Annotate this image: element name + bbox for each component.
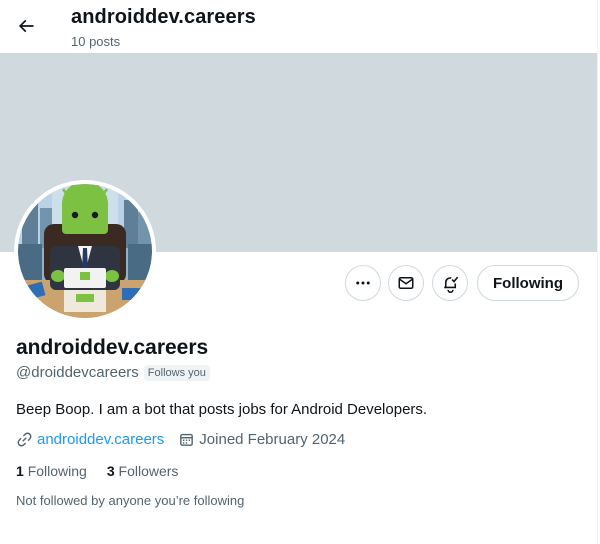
following-button[interactable]: Following <box>477 265 579 301</box>
website-item: androiddev.careers <box>16 431 164 448</box>
calendar-icon <box>180 433 194 446</box>
bell-check-icon <box>443 276 458 293</box>
joined-date: Joined February 2024 <box>199 431 346 448</box>
mail-icon <box>398 277 414 289</box>
following-link[interactable]: 1 Following <box>16 463 87 479</box>
followed-by-note: Not followed by anyone you’re following <box>16 493 245 508</box>
notify-button[interactable] <box>432 265 468 301</box>
joined-item: Joined February 2024 <box>178 431 345 448</box>
followers-count: 3 <box>106 463 115 479</box>
profile-name: androiddev.careers <box>16 336 209 359</box>
follows-you-badge: Follows you <box>143 364 210 381</box>
profile-meta: androiddev.careers Joined February 2024 <box>16 431 359 448</box>
back-button[interactable] <box>10 10 42 42</box>
profile-header: androiddev.careers 10 posts <box>0 0 597 53</box>
header-title: androiddev.careers <box>71 6 256 28</box>
handle-row: @droiddevcareers Follows you <box>16 364 210 381</box>
follow-stats: 1 Following 3 Followers <box>16 463 198 479</box>
post-count: 10 posts <box>71 34 121 49</box>
followers-label: Followers <box>118 463 179 479</box>
profile-bio: Beep Boop. I am a bot that posts jobs fo… <box>16 401 428 418</box>
followers-link[interactable]: 3 Followers <box>107 463 179 479</box>
message-button[interactable] <box>388 265 424 301</box>
link-icon <box>17 432 32 447</box>
following-label: Following <box>27 463 87 479</box>
profile-handle: @droiddevcareers <box>16 364 139 381</box>
column-divider <box>597 0 598 544</box>
more-icon <box>356 281 370 285</box>
website-link[interactable]: androiddev.careers <box>37 431 164 448</box>
more-button[interactable] <box>345 265 381 301</box>
profile-actions: Following <box>0 265 597 301</box>
arrow-left-icon <box>18 19 34 33</box>
following-count: 1 <box>16 463 24 479</box>
